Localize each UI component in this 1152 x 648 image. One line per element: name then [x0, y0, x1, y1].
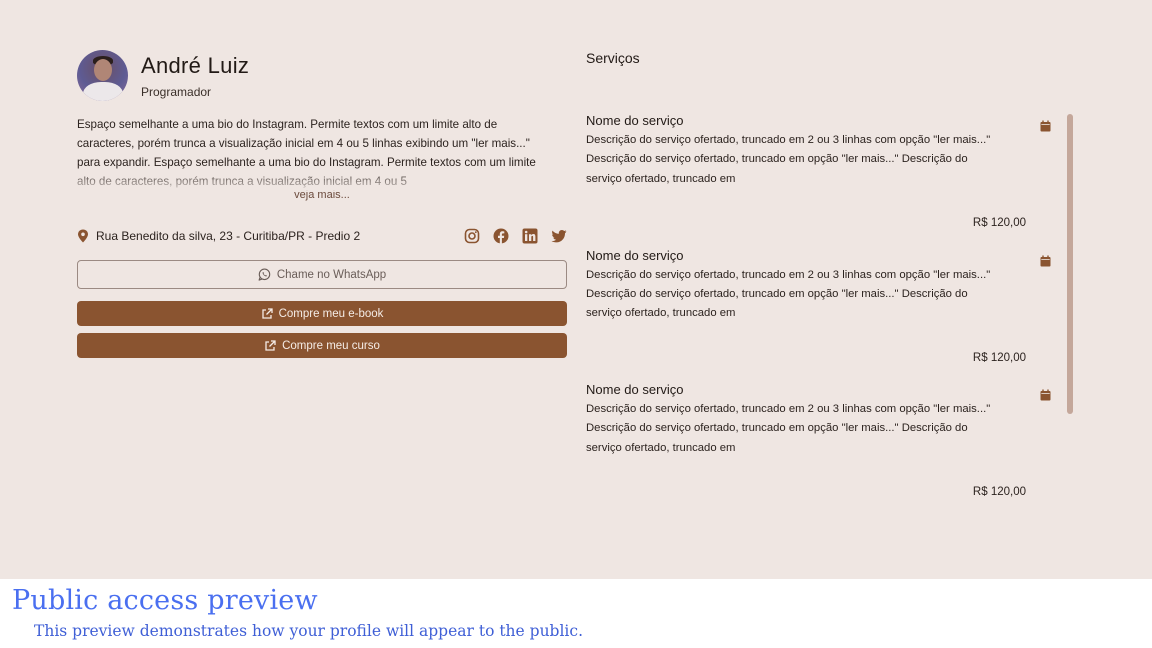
linkedin-icon[interactable]	[522, 228, 538, 244]
service-name: Nome do serviço	[586, 113, 684, 128]
service-price: R$ 120,00	[972, 351, 1026, 364]
whatsapp-icon	[258, 268, 271, 281]
service-description: Descrição do serviço ofertado, truncado …	[586, 268, 991, 320]
profile-bio: Espaço semelhante a uma bio do Instagram…	[77, 115, 555, 191]
profile-name: André Luiz	[141, 52, 250, 78]
buy-ebook-label: Compre meu e-book	[278, 307, 384, 320]
preview-caption: Public access preview This preview demon…	[0, 579, 1152, 648]
buy-course-button[interactable]: Compre meu curso	[77, 333, 567, 358]
address-row: Rua Benedito da silva, 23 - Curitiba/PR …	[77, 226, 567, 246]
social-links	[464, 228, 567, 244]
calendar-icon[interactable]	[1040, 255, 1051, 267]
bio-fade	[77, 169, 555, 191]
profile-header: André Luiz Programador	[77, 50, 567, 101]
name-block: André Luiz Programador	[141, 53, 249, 99]
service-item[interactable]: Nome do serviço Descrição do serviço ofe…	[586, 382, 1051, 517]
address-text: Rua Benedito da silva, 23 - Curitiba/PR …	[96, 229, 361, 243]
buy-ebook-button[interactable]: Compre meu e-book	[77, 301, 567, 326]
service-description: Descrição do serviço ofertado, truncado …	[586, 134, 991, 185]
service-list: Nome do serviço Descrição do serviço ofe…	[586, 113, 1051, 517]
profile-preview-page: André Luiz Programador Espaço semelhante…	[0, 0, 1152, 579]
caption-subtitle: This preview demonstrates how your profi…	[34, 622, 583, 640]
whatsapp-button[interactable]: Chame no WhatsApp	[77, 260, 567, 289]
calendar-icon[interactable]	[1040, 389, 1051, 401]
service-name: Nome do serviço	[586, 247, 684, 263]
buy-course-label: Compre meu curso	[282, 339, 380, 352]
avatar	[77, 50, 128, 101]
service-price: R$ 120,00	[972, 217, 1026, 229]
services-scrollbar[interactable]	[1067, 114, 1073, 414]
external-link-icon	[265, 339, 276, 351]
whatsapp-button-label: Chame no WhatsApp	[276, 268, 387, 281]
calendar-icon[interactable]	[1040, 120, 1051, 132]
facebook-icon[interactable]	[493, 228, 509, 244]
external-link-icon	[261, 307, 273, 319]
service-item[interactable]: Nome do serviço Descrição do serviço ofe…	[586, 113, 1051, 248]
caption-title: Public access preview	[12, 585, 318, 616]
services-title: Serviços	[586, 50, 640, 66]
service-price: R$ 120,00	[972, 486, 1026, 498]
location-pin-icon	[78, 229, 88, 243]
service-item[interactable]: Nome do serviço Descrição do serviço ofe…	[586, 247, 1051, 383]
profile-panel: André Luiz Programador Espaço semelhante…	[77, 50, 567, 358]
service-description: Descrição do serviço ofertado, truncado …	[586, 403, 991, 454]
instagram-icon[interactable]	[464, 228, 480, 244]
services-panel: Serviços Nome do serviço Descrição do se…	[586, 50, 1066, 498]
twitter-icon[interactable]	[551, 228, 567, 244]
service-name: Nome do serviço	[586, 382, 684, 397]
profile-role: Programador	[141, 84, 212, 99]
